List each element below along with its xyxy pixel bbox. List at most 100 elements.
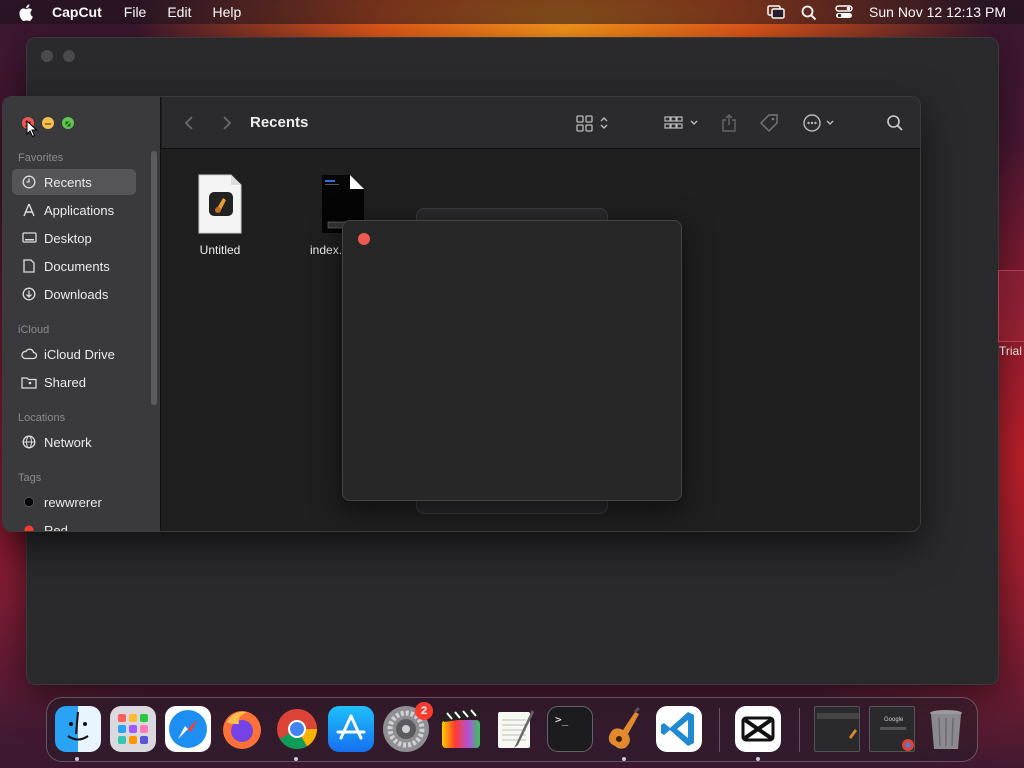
dock-vscode[interactable] bbox=[656, 706, 702, 752]
vscode-icon bbox=[661, 712, 694, 746]
notification-badge: 2 bbox=[415, 702, 433, 720]
running-indicator bbox=[756, 757, 760, 761]
running-indicator bbox=[294, 757, 298, 761]
sidebar-item-downloads[interactable]: Downloads bbox=[12, 281, 136, 307]
globe-icon bbox=[21, 434, 37, 450]
back-chevron-icon[interactable] bbox=[184, 111, 194, 135]
dock-finder[interactable] bbox=[55, 706, 101, 752]
chrome-thumb-icon bbox=[880, 727, 914, 751]
dock-trash[interactable] bbox=[923, 706, 969, 752]
tag-icon[interactable] bbox=[759, 111, 779, 135]
window-minimize-dot-inactive[interactable] bbox=[63, 50, 75, 62]
menubar-clock[interactable]: Sun Nov 12 12:13 PM bbox=[869, 4, 1006, 20]
capcut-icon bbox=[741, 716, 775, 742]
sidebar-item-shared[interactable]: Shared bbox=[12, 369, 136, 395]
spotlight-search-icon[interactable] bbox=[801, 5, 819, 21]
app-store-icon bbox=[336, 714, 366, 740]
dock-divider bbox=[799, 708, 800, 752]
sidebar-item-recents[interactable]: Recents bbox=[12, 169, 136, 195]
dock-safari[interactable] bbox=[165, 706, 211, 752]
sidebar-item-label: Red bbox=[44, 522, 68, 532]
sidebar-item-label: Applications bbox=[44, 202, 115, 218]
sidebar-tag-rewwrerer[interactable]: rewwrerer bbox=[12, 489, 136, 515]
safari-icon bbox=[169, 710, 207, 748]
popup-close-button[interactable] bbox=[358, 233, 370, 245]
sidebar-item-label: Recents bbox=[44, 174, 92, 190]
dock: 2 >_ Google bbox=[46, 697, 978, 762]
menu-bar: CapCut File Edit Help Sun Nov 12 12:13 P… bbox=[0, 0, 1024, 24]
maximize-button[interactable] bbox=[62, 117, 74, 129]
terminal-icon: >_ bbox=[555, 713, 569, 726]
tag-color-dot-icon bbox=[21, 522, 37, 531]
sidebar-item-label: Desktop bbox=[44, 230, 92, 246]
screen-mirroring-icon[interactable] bbox=[767, 5, 785, 19]
menu-help[interactable]: Help bbox=[212, 4, 241, 20]
sidebar-item-label: Network bbox=[44, 434, 92, 450]
dock-final-cut[interactable] bbox=[438, 706, 484, 752]
download-icon bbox=[21, 286, 37, 302]
share-icon[interactable] bbox=[720, 111, 738, 135]
sidebar-item-desktop[interactable]: Desktop bbox=[12, 225, 136, 251]
file-label: Untitled bbox=[199, 243, 241, 257]
dock-minimized-window-1[interactable] bbox=[814, 706, 860, 752]
search-icon[interactable] bbox=[886, 111, 904, 135]
sidebar-item-label: Documents bbox=[44, 258, 110, 274]
garageband-document-icon bbox=[180, 174, 260, 237]
final-cut-icon bbox=[442, 709, 480, 748]
minimized-window-icon bbox=[817, 713, 859, 739]
trial-panel-edge bbox=[998, 270, 1024, 342]
sidebar-item-network[interactable]: Network bbox=[12, 429, 136, 455]
dock-capcut[interactable] bbox=[735, 706, 781, 752]
dock-chrome[interactable] bbox=[274, 706, 320, 752]
menu-file[interactable]: File bbox=[124, 4, 147, 20]
mouse-cursor-icon bbox=[26, 119, 38, 143]
sidebar-item-label: Shared bbox=[44, 374, 86, 390]
icon-view-icon[interactable] bbox=[576, 111, 612, 135]
window-close-dot-inactive[interactable] bbox=[41, 50, 53, 62]
clock-icon bbox=[21, 174, 37, 190]
garageband-icon bbox=[608, 706, 641, 749]
group-view-icon[interactable] bbox=[664, 111, 700, 135]
menu-edit[interactable]: Edit bbox=[167, 4, 191, 20]
minimized-window-label: Google bbox=[884, 717, 904, 723]
dock-app-store[interactable] bbox=[328, 706, 374, 752]
dock-terminal[interactable]: >_ bbox=[547, 706, 593, 752]
sidebar-item-label: iCloud Drive bbox=[44, 346, 115, 362]
sidebar-item-applications[interactable]: Applications bbox=[12, 197, 136, 223]
finder-toolbar: Recents bbox=[162, 97, 920, 149]
control-center-icon[interactable] bbox=[835, 5, 853, 19]
sidebar-scrollbar[interactable] bbox=[151, 151, 157, 405]
dock-firefox[interactable] bbox=[219, 706, 265, 752]
desktop-icon bbox=[21, 230, 37, 246]
sidebar-section-favorites: Favorites bbox=[18, 152, 64, 164]
trial-label: Trial bbox=[999, 344, 1022, 358]
popup-window[interactable] bbox=[342, 220, 682, 501]
apple-menu-icon[interactable] bbox=[0, 3, 52, 21]
chrome-icon bbox=[277, 709, 317, 749]
file-item-untitled[interactable]: Untitled bbox=[180, 174, 260, 257]
finder-sidebar: Favorites Recents Applications Desktop D… bbox=[3, 97, 161, 531]
firefox-icon bbox=[223, 711, 261, 749]
sidebar-section-tags: Tags bbox=[18, 472, 42, 484]
applications-icon bbox=[21, 202, 37, 218]
dock-garageband[interactable] bbox=[601, 706, 647, 752]
dock-launchpad[interactable] bbox=[110, 706, 156, 752]
more-actions-icon[interactable] bbox=[802, 111, 836, 135]
running-indicator bbox=[75, 757, 79, 761]
sidebar-item-documents[interactable]: Documents bbox=[12, 253, 136, 279]
sidebar-tag-red[interactable]: Red bbox=[12, 517, 136, 532]
menu-app-name[interactable]: CapCut bbox=[52, 4, 102, 20]
dock-minimized-window-2[interactable]: Google bbox=[869, 706, 915, 752]
dock-divider bbox=[719, 708, 720, 752]
dock-textedit[interactable] bbox=[492, 706, 538, 752]
sidebar-item-icloud-drive[interactable]: iCloud Drive bbox=[12, 341, 136, 367]
launchpad-icon bbox=[118, 714, 148, 744]
textedit-icon bbox=[498, 710, 534, 748]
forward-chevron-icon[interactable] bbox=[222, 111, 232, 135]
minimize-button[interactable] bbox=[42, 117, 54, 129]
shared-folder-icon bbox=[21, 374, 37, 390]
running-indicator bbox=[622, 757, 626, 761]
trash-icon bbox=[930, 710, 962, 749]
tag-color-dot-icon bbox=[21, 494, 37, 510]
sidebar-section-locations: Locations bbox=[18, 412, 66, 424]
